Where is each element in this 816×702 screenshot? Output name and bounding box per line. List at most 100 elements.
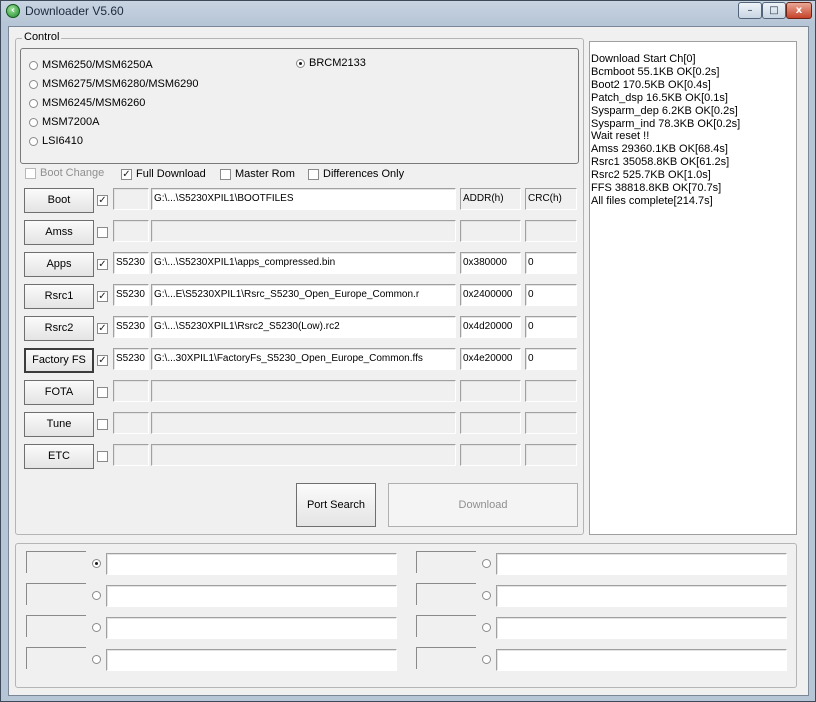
log-line: Rsrc1 35058.8KB OK[61.2s]	[591, 156, 730, 169]
file-select-button[interactable]: Rsrc1	[24, 284, 94, 309]
file-name-field[interactable]	[113, 220, 149, 242]
file-select-button[interactable]: Factory FS	[24, 348, 94, 373]
file-enable-checkbox[interactable]: ✓	[97, 259, 108, 270]
file-name-field[interactable]: S5230	[113, 348, 149, 370]
port-info-field[interactable]	[496, 617, 787, 639]
file-name-field[interactable]: S5230	[113, 316, 149, 338]
crc-field[interactable]	[525, 380, 577, 402]
file-select-button[interactable]: Rsrc2	[24, 316, 94, 341]
file-path-field[interactable]	[151, 380, 456, 402]
file-name-field[interactable]: S5230	[113, 284, 149, 306]
file-name-field[interactable]	[113, 444, 149, 466]
minimize-button[interactable]: –	[738, 2, 762, 19]
file-path-field[interactable]	[151, 444, 456, 466]
port-info-field[interactable]	[106, 617, 397, 639]
close-button[interactable]: x	[786, 2, 812, 19]
addr-field[interactable]: 0x2400000	[460, 284, 521, 306]
full-download-checkbox[interactable]: ✓	[121, 169, 132, 180]
addr-field[interactable]: 0x4d20000	[460, 316, 521, 338]
platform-radio[interactable]	[29, 99, 38, 108]
file-enable-checkbox[interactable]	[97, 387, 108, 398]
file-enable-checkbox[interactable]: ✓	[97, 195, 108, 206]
crc-field[interactable]: 0	[525, 316, 577, 338]
addr-field[interactable]: 0x380000	[460, 252, 521, 274]
port-select-radio[interactable]	[482, 591, 491, 600]
file-select-button[interactable]: FOTA	[24, 380, 94, 405]
file-enable-checkbox[interactable]: ✓	[97, 355, 108, 366]
port-status-indicator	[416, 615, 476, 637]
file-select-button[interactable]: Amss	[24, 220, 94, 245]
addr-field[interactable]	[460, 412, 521, 434]
file-enable-checkbox[interactable]	[97, 419, 108, 430]
log-line: Sysparm_ind 78.3KB OK[0.2s]	[591, 117, 741, 130]
differences-only-checkbox[interactable]	[308, 169, 319, 180]
file-name-field[interactable]	[113, 412, 149, 434]
file-select-button[interactable]: Apps	[24, 252, 94, 277]
file-path-field[interactable]: G:\...\S5230XPIL1\Rsrc2_S5230(Low).rc2	[151, 316, 456, 338]
platform-radio[interactable]	[29, 118, 38, 127]
port-status-indicator	[416, 583, 476, 605]
file-select-button[interactable]: Tune	[24, 412, 94, 437]
file-enable-checkbox[interactable]	[97, 227, 108, 238]
file-path-field[interactable]: G:\...\S5230XPIL1\apps_compressed.bin	[151, 252, 456, 274]
port-info-field[interactable]	[496, 553, 787, 575]
file-path-field[interactable]: G:\...30XPIL1\FactoryFs_S5230_Open_Europ…	[151, 348, 456, 370]
addr-field[interactable]	[460, 444, 521, 466]
crc-field[interactable]: 0	[525, 348, 577, 370]
file-path-field[interactable]	[151, 220, 456, 242]
file-enable-checkbox[interactable]: ✓	[97, 291, 108, 302]
port-info-field[interactable]	[106, 649, 397, 671]
boot-change-checkbox[interactable]	[25, 168, 36, 179]
file-path-field[interactable]: G:\...\S5230XPIL1\BOOTFILES	[151, 188, 456, 210]
control-group-label: Control	[22, 31, 62, 43]
file-enable-checkbox[interactable]: ✓	[97, 323, 108, 334]
download-button[interactable]: Download	[388, 483, 578, 527]
port-select-radio[interactable]	[92, 655, 101, 664]
crc-field[interactable]	[525, 444, 577, 466]
platform-label: MSM6245/MSM6260	[42, 97, 146, 109]
file-select-button[interactable]: ETC	[24, 444, 94, 469]
maximize-button[interactable]: □	[762, 2, 786, 19]
addr-field[interactable]	[460, 220, 521, 242]
addr-field[interactable]: 0x4e20000	[460, 348, 521, 370]
crc-field[interactable]: 0	[525, 252, 577, 274]
crc-field[interactable]	[525, 412, 577, 434]
port-info-field[interactable]	[496, 585, 787, 607]
port-status-indicator	[26, 583, 86, 605]
port-select-radio[interactable]	[92, 559, 101, 568]
log-line: All files complete[214.7s]	[591, 194, 713, 207]
file-select-button[interactable]: Boot	[24, 188, 94, 213]
port-select-radio[interactable]	[482, 655, 491, 664]
window-title: Downloader V5.60	[25, 4, 124, 18]
file-path-field[interactable]: G:\...E\S5230XPIL1\Rsrc_S5230_Open_Europ…	[151, 284, 456, 306]
platform-radio[interactable]	[296, 59, 305, 68]
file-name-field[interactable]	[113, 188, 149, 210]
file-name-field[interactable]	[113, 380, 149, 402]
port-info-field[interactable]	[106, 585, 397, 607]
port-status-indicator	[26, 647, 86, 669]
port-info-field[interactable]	[106, 553, 397, 575]
addr-field[interactable]	[460, 380, 521, 402]
full-download-label: Full Download	[136, 168, 206, 180]
port-search-button[interactable]: Port Search	[296, 483, 376, 527]
log-line: Patch_dsp 16.5KB OK[0.1s]	[591, 91, 728, 104]
port-select-radio[interactable]	[482, 623, 491, 632]
file-enable-checkbox[interactable]	[97, 451, 108, 462]
green-arrow-app-icon: ‹	[6, 4, 20, 18]
platform-label: BRCM2133	[309, 57, 366, 69]
crc-field[interactable]	[525, 220, 577, 242]
port-select-radio[interactable]	[482, 559, 491, 568]
port-info-field[interactable]	[496, 649, 787, 671]
platform-radio[interactable]	[29, 61, 38, 70]
platform-radio[interactable]	[29, 80, 38, 89]
title-bar[interactable]: ‹ Downloader V5.60 – □ x	[1, 1, 815, 23]
log-line: Rsrc2 525.7KB OK[1.0s]	[591, 169, 711, 182]
log-line: Download Start Ch[0]	[591, 53, 696, 65]
platform-radio[interactable]	[29, 137, 38, 146]
file-name-field[interactable]: S5230	[113, 252, 149, 274]
file-path-field[interactable]	[151, 412, 456, 434]
crc-field[interactable]: 0	[525, 284, 577, 306]
master-rom-checkbox[interactable]	[220, 169, 231, 180]
port-select-radio[interactable]	[92, 591, 101, 600]
port-select-radio[interactable]	[92, 623, 101, 632]
